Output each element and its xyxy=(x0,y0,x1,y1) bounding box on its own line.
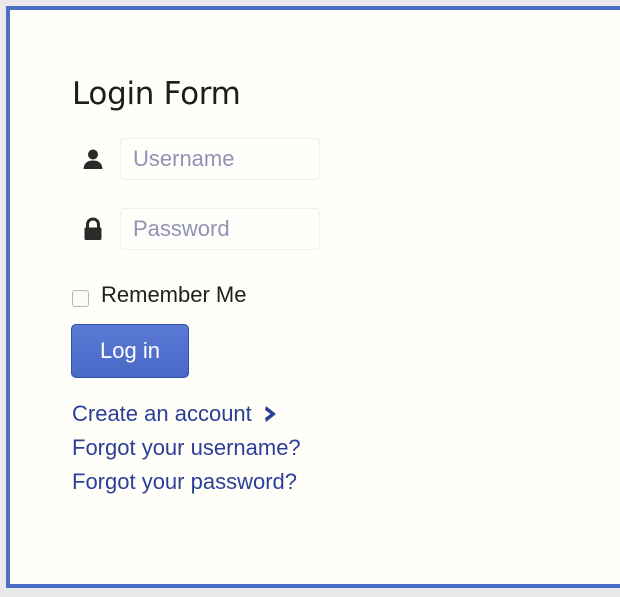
remember-me-label: Remember Me xyxy=(101,282,247,307)
remember-me-checkbox[interactable] xyxy=(72,289,89,307)
form-title: Login Form xyxy=(72,76,241,112)
password-field-box[interactable] xyxy=(120,208,320,250)
remember-me[interactable]: Remember Me xyxy=(72,282,246,308)
forgot-password-link[interactable]: Forgot your password? xyxy=(72,469,297,495)
lock-icon xyxy=(80,216,106,242)
create-account-link[interactable]: Create an account xyxy=(72,401,278,427)
username-row xyxy=(80,137,320,181)
username-field-box[interactable] xyxy=(120,138,320,180)
create-account-label: Create an account xyxy=(72,401,252,426)
password-input[interactable] xyxy=(131,215,320,243)
login-module-frame: Login Form Remember Me Log in Create an … xyxy=(6,6,620,588)
username-input[interactable] xyxy=(131,145,320,173)
login-button[interactable]: Log in xyxy=(71,324,189,378)
chevron-right-icon xyxy=(264,405,278,423)
forgot-username-link[interactable]: Forgot your username? xyxy=(72,435,301,461)
password-row xyxy=(80,207,320,251)
user-icon xyxy=(80,146,106,172)
